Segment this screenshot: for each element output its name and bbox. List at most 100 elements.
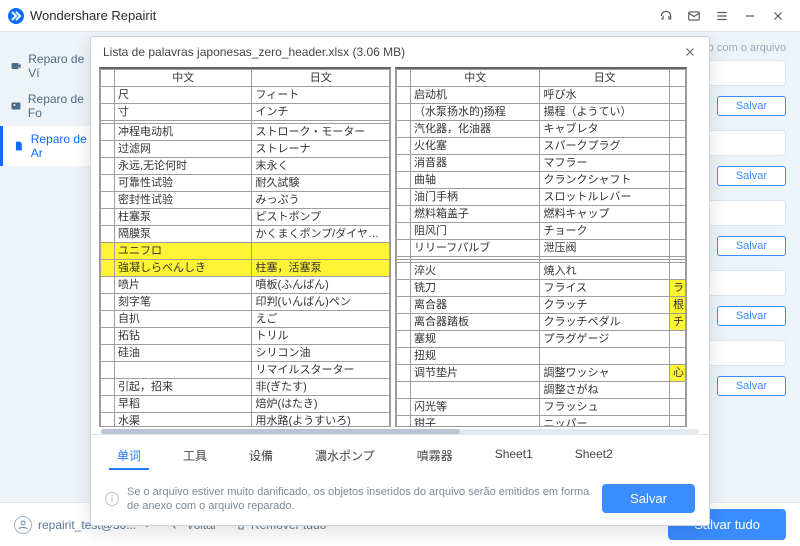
table-cell: 拓钻 xyxy=(115,328,252,345)
modal-save-button[interactable]: Salvar xyxy=(602,484,695,513)
table-cell: 根 xyxy=(669,297,685,314)
file-save-button[interactable]: Salvar xyxy=(717,96,786,116)
table-cell xyxy=(396,206,410,223)
table-cell xyxy=(115,362,252,379)
table-cell: 早稻 xyxy=(115,396,252,413)
table-cell: ストローク・モーター xyxy=(252,124,389,141)
table-cell: 非(ぎたす) xyxy=(252,379,389,396)
modal-note: Se o arquivo estiver muito danificado, o… xyxy=(127,485,594,513)
table-cell xyxy=(101,294,115,311)
mail-icon[interactable] xyxy=(680,2,708,30)
sidebar-label: Reparo de Ar xyxy=(31,132,90,160)
table-cell xyxy=(669,331,685,348)
table-row: 隔膜泵かくまくポンプ/ダイヤフラームポンプ xyxy=(101,226,390,243)
sidebar-item-video[interactable]: Reparo de Ví xyxy=(0,46,100,86)
table-cell xyxy=(101,87,115,104)
menu-icon[interactable] xyxy=(708,2,736,30)
table-row: 离合器クラッチ根 xyxy=(396,297,685,314)
table-left: 中文日文尺フィート寸インチ冲程电动机ストローク・モーター过滤网ストレーナ永远,无… xyxy=(100,69,390,427)
sheet-tab[interactable]: 噴霧器 xyxy=(409,443,461,470)
table-header: 日文 xyxy=(252,70,389,87)
table-cell: 密封性试验 xyxy=(115,192,252,209)
sheet-tab[interactable]: 濃水ポンプ xyxy=(307,443,383,470)
table-row: 水渠用水路(ようすいろ) xyxy=(101,413,390,428)
sheet-tab[interactable]: Sheet2 xyxy=(567,443,621,470)
table-cell: 过滤网 xyxy=(115,141,252,158)
table-cell: ニッパー xyxy=(540,416,669,428)
table-cell xyxy=(396,104,410,121)
file-save-button[interactable]: Salvar xyxy=(717,376,786,396)
file-save-button[interactable]: Salvar xyxy=(717,306,786,326)
table-header: 中文 xyxy=(410,70,539,87)
app-name: Wondershare Repairit xyxy=(30,8,156,23)
table-cell: スパークプラグ xyxy=(540,138,669,155)
horizontal-scrollbar[interactable] xyxy=(101,429,699,434)
table-cell: インチ xyxy=(252,104,389,121)
table-cell: かくまくポンプ/ダイヤフラームポンプ xyxy=(252,226,389,243)
avatar-icon xyxy=(14,516,32,534)
table-row: 燃料箱盖子燃料キャップ xyxy=(396,206,685,223)
table-cell xyxy=(396,382,410,399)
info-icon: i xyxy=(105,492,119,506)
table-cell: クラッチ xyxy=(540,297,669,314)
minimize-icon[interactable] xyxy=(736,2,764,30)
table-cell xyxy=(396,121,410,138)
table-cell xyxy=(396,348,410,365)
table-row: 自扒えご xyxy=(101,311,390,328)
table-row: 闪光等フラッシュ xyxy=(396,399,685,416)
table-cell xyxy=(101,158,115,175)
table-cell: （水泵扬水的)扬程 xyxy=(410,104,539,121)
modal-close-icon[interactable] xyxy=(683,45,697,59)
table-cell: 消音器 xyxy=(410,155,539,172)
sheet-tab[interactable]: Sheet1 xyxy=(487,443,541,470)
table-cell xyxy=(396,138,410,155)
table-cell: 揚程（ようてい） xyxy=(540,104,669,121)
headset-icon[interactable] xyxy=(652,2,680,30)
table-row: 調整さがね xyxy=(396,382,685,399)
table-cell xyxy=(396,365,410,382)
table-row: 寸インチ xyxy=(101,104,390,121)
table-cell: 柱塞泵 xyxy=(115,209,252,226)
table-cell: 印判(いんばん)ペン xyxy=(252,294,389,311)
close-icon[interactable] xyxy=(764,2,792,30)
file-save-button[interactable]: Salvar xyxy=(717,236,786,256)
table-right: 中文日文启动机呼び水（水泵扬水的)扬程揚程（ようてい）汽化器，化油器キャブレタ火… xyxy=(396,69,686,427)
sheet-tab[interactable]: 单词 xyxy=(109,443,149,470)
sheet-tab[interactable]: 设備 xyxy=(241,443,281,470)
table-cell xyxy=(396,155,410,172)
sidebar-label: Reparo de Fo xyxy=(28,92,90,120)
table-cell: みっぷう xyxy=(252,192,389,209)
table-cell xyxy=(396,314,410,331)
table-cell: えご xyxy=(252,311,389,328)
table-cell xyxy=(101,124,115,141)
table-row: 喷片噴板(ふんばん) xyxy=(101,277,390,294)
table-cell: 可靠性试验 xyxy=(115,175,252,192)
sidebar-item-file[interactable]: Reparo de Ar xyxy=(0,126,100,166)
table-cell: 用水路(ようすいろ) xyxy=(252,413,389,428)
table-cell xyxy=(669,399,685,416)
table-cell: 淬火 xyxy=(410,263,539,280)
table-cell: スロットルレバー xyxy=(540,189,669,206)
table-cell xyxy=(396,240,410,257)
sheet-tab[interactable]: 工具 xyxy=(175,443,215,470)
table-cell xyxy=(669,348,685,365)
table-cell xyxy=(669,263,685,280)
table-cell: フィート xyxy=(252,87,389,104)
table-row: 柱塞泵ピストポンプ xyxy=(101,209,390,226)
table-cell xyxy=(396,189,410,206)
table-cell: キャブレタ xyxy=(540,121,669,138)
table-row: 可靠性试验耐久試験 xyxy=(101,175,390,192)
table-cell xyxy=(101,345,115,362)
table-row: 早稻焙炉(はたき) xyxy=(101,396,390,413)
table-row: 离合器踏板クラッチペダルチ xyxy=(396,314,685,331)
table-cell xyxy=(396,87,410,104)
sidebar-item-photo[interactable]: Reparo de Fo xyxy=(0,86,100,126)
table-cell xyxy=(101,362,115,379)
file-icon xyxy=(13,139,25,153)
table-row: 尺フィート xyxy=(101,87,390,104)
file-save-button[interactable]: Salvar xyxy=(717,166,786,186)
table-cell: 寸 xyxy=(115,104,252,121)
table-cell: チ xyxy=(669,314,685,331)
table-cell xyxy=(669,416,685,428)
table-cell xyxy=(669,138,685,155)
